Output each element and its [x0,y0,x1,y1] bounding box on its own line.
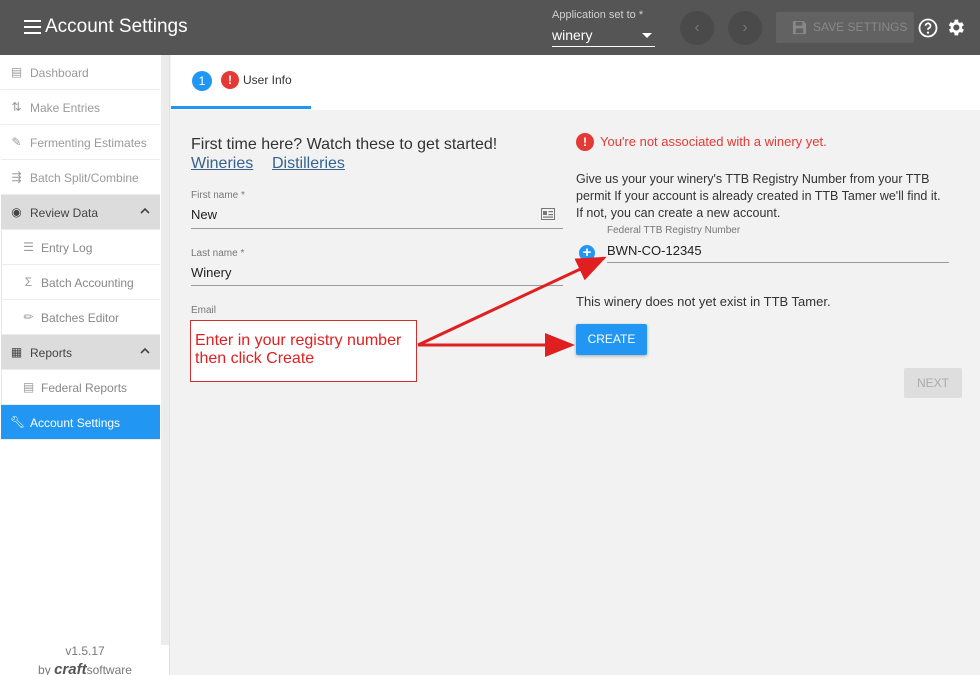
last-name-label: Last name * [191,248,245,259]
sidebar-item-label: Batches Editor [41,311,120,325]
ttb-registry-underline [607,262,949,263]
step-number-badge[interactable]: 1 [192,71,212,91]
sidebar-item-federal-reports[interactable]: ▤ Federal Reports [1,370,160,405]
ttb-registry-label: Federal TTB Registry Number [607,225,741,236]
brand-name-bold: craft [54,661,87,675]
previous-button[interactable]: ‹ [680,11,714,45]
contact-card-icon [541,208,555,220]
chevron-up-icon [140,347,150,354]
chevron-up-icon [140,207,150,214]
sidebar-group-reports[interactable]: ▦ Reports [1,335,160,370]
first-name-underline [191,228,563,229]
next-nav-button[interactable]: › [728,11,762,45]
sidebar-item-label: Dashboard [30,66,89,80]
split-icon: ⇶ [11,170,22,184]
next-button[interactable]: NEXT [904,368,962,398]
app-version: v1.5.17 [65,644,105,658]
annotation-callout: Enter in your registry number then click… [190,320,417,382]
floppy-disk-icon [792,20,807,35]
sidebar-item-batch-accounting[interactable]: Σ Batch Accounting [1,265,160,300]
sidebar-item-entry-log[interactable]: ☰ Entry Log [1,230,160,265]
report-icon: ▤ [22,380,35,394]
document-icon: ▦ [10,345,23,359]
eye-icon: ◉ [11,205,22,219]
sidebar-item-account-settings[interactable]: 🔧︎ Account Settings [1,405,160,440]
create-button[interactable]: CREATE [576,324,647,355]
sidebar-item-dashboard[interactable]: ▤ Dashboard [1,55,160,90]
distilleries-video-link[interactable]: Distilleries [272,155,345,173]
sidebar-item-label: Batch Split/Combine [30,171,139,185]
sidebar-item-batch-split-combine[interactable]: ⇶ Batch Split/Combine [1,160,160,195]
error-icon: ! [576,133,594,151]
hamburger-menu-icon[interactable] [24,20,41,34]
edit-note-icon: ✎ [11,135,22,149]
sidebar-item-label: Entry Log [41,241,93,255]
gear-icon[interactable] [945,17,966,38]
sidebar-item-label: Reports [30,346,73,360]
chevron-left-icon: ‹ [694,19,700,36]
pencil-icon: ✏ [23,310,34,324]
wineries-video-link[interactable]: Wineries [191,155,253,173]
stepper-header [171,55,980,110]
sidebar-item-label: Review Data [30,206,99,220]
chevron-right-icon: › [742,19,748,36]
registry-description: Give us your your winery's TTB Registry … [576,172,941,220]
application-select[interactable]: winery [552,25,655,47]
wrench-icon: 🔧︎ [10,415,26,429]
top-app-bar: Account Settings Application set to * wi… [0,0,980,55]
last-name-underline [191,285,563,286]
dropdown-arrow-icon [642,33,652,38]
sidebar-item-label: Fermenting Estimates [30,136,147,150]
byline-prefix: by [38,663,51,675]
application-set-label: Application set to * [552,9,644,21]
intro-heading: First time here? Watch these to get star… [191,136,498,153]
annotation-line-1: Enter in your registry number [195,332,402,349]
sidebar-item-label: Account Settings [30,416,121,430]
help-icon[interactable] [918,18,938,38]
first-name-label: First name * [191,190,245,201]
winery-not-exist-text: This winery does not yet exist in TTB Ta… [576,294,831,309]
sidebar-item-label: Make Entries [30,101,101,115]
sidebar-scrollbar[interactable] [161,55,169,645]
list-numbered-icon: ☰ [23,240,34,254]
sidebar-item-make-entries[interactable]: ⇅ Make Entries [1,90,160,125]
sidebar: ▤ Dashboard ⇅ Make Entries ✎ Fermenting … [0,55,170,675]
save-settings-label: SAVE SETTINGS [813,20,908,34]
annotation-line-2: then click Create [195,350,315,367]
application-select-value: winery [552,27,593,43]
brand-name-rest: software [86,663,132,675]
save-settings-button[interactable]: SAVE SETTINGS [776,12,914,43]
ttb-registry-input[interactable]: BWN-CO-12345 [607,243,702,258]
sidebar-item-label: Federal Reports [41,381,128,395]
page-title: Account Settings [45,16,188,37]
brand-byline: by craftsoftware [0,661,170,675]
clipboard-icon: ▤ [10,65,23,79]
sidebar-item-batches-editor[interactable]: ✏ Batches Editor [1,300,160,335]
sigma-icon: Σ [24,275,33,289]
first-name-input[interactable]: New [191,207,217,222]
swap-vertical-icon: ⇅ [11,100,22,114]
sidebar-item-label: Batch Accounting [41,276,134,290]
error-icon: ! [221,71,239,89]
email-label: Email [191,305,217,316]
not-associated-warning: You're not associated with a winery yet. [600,134,827,149]
sidebar-item-fermenting-estimates[interactable]: ✎ Fermenting Estimates [1,125,160,160]
sidebar-group-review-data[interactable]: ◉ Review Data [1,195,160,230]
step-label-user-info[interactable]: User Info [243,73,292,87]
active-step-indicator [171,106,311,109]
last-name-input[interactable]: Winery [191,265,231,280]
plus-circle-icon[interactable]: + [579,245,595,261]
